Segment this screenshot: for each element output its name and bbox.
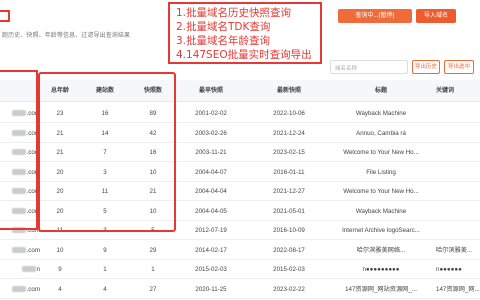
stats-columns-highlight <box>38 72 176 232</box>
cell-domain: .com <box>0 241 40 260</box>
cell-snapshot-count: 29 <box>149 246 157 254</box>
cell-last-snapshot: 2021-05-01 <box>273 207 305 215</box>
cell-title: Wayback Machine <box>355 110 407 117</box>
cell-keywords <box>432 182 480 201</box>
cell-title: Wayback Machine <box>355 207 407 215</box>
annotation-line-1: 1.批量域名历史快照查询 <box>176 7 292 19</box>
cell-title: Welcome to Your New Ho... <box>343 149 419 156</box>
cell-first-snapshot: 2001-02-02 <box>195 110 227 117</box>
cell-title: 147资源网_网站资源网_... <box>345 285 417 293</box>
corner-bracket: ) <box>0 10 10 22</box>
cell-first-snapshot: 2020-11-25 <box>195 285 227 293</box>
domain-search-input[interactable]: 域名名称 <box>330 60 408 74</box>
cell-last-snapshot: 2021-12-24 <box>273 129 305 137</box>
cell-keywords <box>432 143 480 162</box>
cell-last-snapshot: 2021-12-27 <box>273 188 305 195</box>
header-last-snapshot[interactable]: 最新快照 <box>254 80 324 102</box>
cell-snapshot-count: 27 <box>149 285 157 293</box>
cell-total-age: 4 <box>58 285 62 293</box>
cell-keywords: 哈尔滨雅美... <box>436 246 473 254</box>
cell-total-age: 9 <box>58 266 62 273</box>
cell-stable-count: 1 <box>103 266 107 273</box>
cell-first-snapshot: 2004-04-05 <box>195 207 227 215</box>
table-row[interactable]: .com 10 9 29 2014-02-17 2022-08-17 哈尔滨雅美网络... 哈… <box>0 241 480 260</box>
cell-first-snapshot: 2003-11-21 <box>195 149 227 156</box>
cell-last-snapshot: 2022-08-17 <box>273 246 305 254</box>
redacted-domain-blur <box>21 266 36 273</box>
cell-last-snapshot: 2022-10-06 <box>273 110 305 117</box>
cell-first-snapshot: 2003-02-26 <box>195 129 227 137</box>
header-keywords[interactable]: 关键词 <box>432 80 480 102</box>
domain-column-highlight <box>0 70 38 230</box>
cell-title: 哈尔滨雅美网络... <box>356 246 406 254</box>
cell-keywords <box>432 221 480 240</box>
import-domains-button[interactable]: 导入域名 <box>416 9 456 23</box>
export-history-button[interactable]: 导出历史 <box>412 60 440 74</box>
cell-snapshot-count: 1 <box>151 266 155 273</box>
cell-title: File Listing <box>366 168 396 176</box>
cell-first-snapshot: 2004-04-07 <box>195 168 227 176</box>
feature-annotation-box: 1.批量域名历史快照查询 2.批量域名TDK查询 3.批量域名年龄查询 4.14… <box>168 2 322 64</box>
cell-keywords <box>432 124 480 143</box>
cell-first-snapshot: 2015-02-03 <box>195 266 227 273</box>
cell-keywords: n●●●●●● <box>436 266 462 273</box>
header-first-snapshot[interactable]: 最早快照 <box>178 80 244 102</box>
cell-keywords <box>432 202 480 221</box>
cell-first-snapshot: 2004-04-04 <box>195 188 227 195</box>
cell-last-snapshot: 2016-01-11 <box>273 168 305 176</box>
query-pause-button[interactable]: 查询中...(暂停) <box>338 9 412 23</box>
cell-title: Welcome to Your New Ho... <box>343 188 419 195</box>
annotation-line-3: 3.批量域名年龄查询 <box>176 35 271 47</box>
cell-last-snapshot: 2016-10-09 <box>273 227 305 234</box>
cell-first-snapshot: 2014-02-17 <box>195 246 227 254</box>
cell-last-snapshot: 2023-02-22 <box>273 285 305 293</box>
cell-stable-count: 9 <box>103 246 107 254</box>
cell-last-snapshot: 2015-02-03 <box>273 266 305 273</box>
cell-stable-count: 4 <box>103 285 107 293</box>
annotation-line-2: 2.批量域名TDK查询 <box>176 21 271 33</box>
cell-title: Annuo, Cambia rá <box>356 129 406 137</box>
cell-keywords <box>432 163 480 182</box>
cell-first-snapshot: 2012-07-19 <box>195 227 227 234</box>
table-row[interactable]: .com 4 4 27 2020-11-25 2023-02-22 147资源网_网站资源网… <box>0 280 480 299</box>
redacted-domain-blur <box>11 246 26 253</box>
cell-title: Internet Archive logoSearc... <box>342 227 420 234</box>
cell-domain: n <box>0 260 40 279</box>
export-selected-button[interactable]: 导出选中 <box>444 60 474 74</box>
feature-description: 跑历史、快照、年龄等信息、过滤导出查询结果 <box>2 33 131 39</box>
table-row[interactable]: n 9 1 1 2015-02-03 2015-02-03 n●●●●●●●●● n●●●●●… <box>0 260 480 279</box>
domain-search-placeholder: 域名名称 <box>335 66 358 72</box>
redacted-domain-blur <box>11 285 26 292</box>
cell-total-age: 10 <box>56 246 64 254</box>
cell-last-snapshot: 2023-02-15 <box>273 149 305 156</box>
annotation-line-4: 4.147SEO批量实时查询导出 <box>176 49 312 61</box>
cell-title: n●●●●●●●●● <box>362 266 400 273</box>
cell-keywords <box>432 104 480 123</box>
cell-domain: .com <box>0 280 40 299</box>
cell-keywords: 147资源网_网... <box>436 285 480 293</box>
header-title[interactable]: 标题 <box>330 80 432 102</box>
